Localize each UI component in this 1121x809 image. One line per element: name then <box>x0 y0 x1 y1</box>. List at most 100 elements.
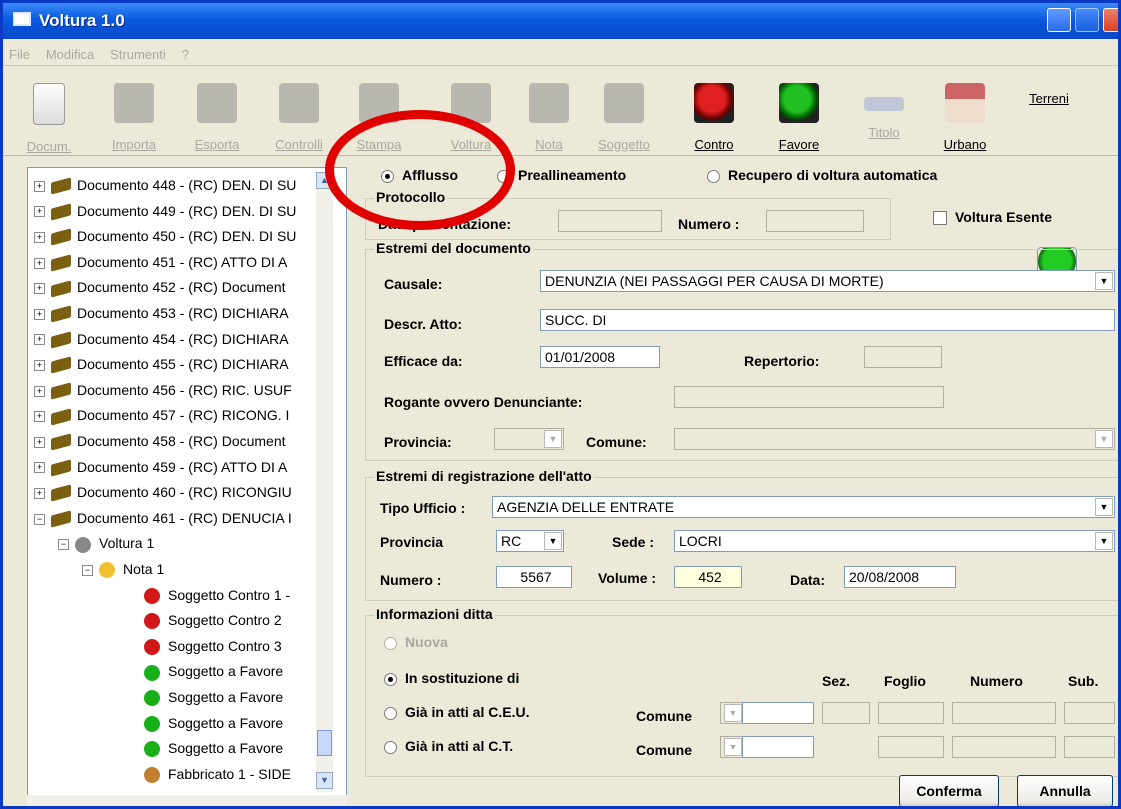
radio-ct[interactable] <box>384 740 397 754</box>
collapse-icon[interactable]: − <box>34 513 45 525</box>
data-presentazione-field[interactable] <box>558 210 662 232</box>
provincia-reg-select[interactable]: RC ▼ <box>496 530 564 552</box>
tree-vertical-scrollbar[interactable]: ▲ ▼ <box>316 172 333 792</box>
expand-icon[interactable]: + <box>34 385 45 397</box>
tree-horizontal-scrollbar[interactable] <box>27 795 347 806</box>
toolbar-button-terreni[interactable]: Terreni <box>1013 77 1085 287</box>
chevron-down-icon[interactable]: ▼ <box>1095 498 1113 516</box>
sede-select[interactable]: LOCRI ▼ <box>674 530 1115 552</box>
mode-preallineamento[interactable]: Preallineamento <box>497 167 626 183</box>
radio-nuova[interactable] <box>384 636 397 650</box>
expand-icon[interactable]: + <box>34 334 45 346</box>
menu-file[interactable]: File <box>9 47 30 62</box>
maximize-button[interactable] <box>1075 8 1099 32</box>
tree-item-document[interactable]: + Documento 450 - (RC) DEN. DI SU <box>34 223 296 249</box>
document-tree[interactable]: Fabbricato 1 - SIDE Soggetto a Favore Sogg… <box>27 167 347 806</box>
radio-recupero[interactable] <box>707 169 720 183</box>
volume-input[interactable]: 452 <box>674 566 742 588</box>
rogante-input[interactable] <box>674 386 944 408</box>
tree-item-document[interactable]: − Documento 461 - (RC) DENUCIA I <box>34 505 292 531</box>
conferma-button[interactable]: Conferma <box>899 775 999 806</box>
numero-ceu-input[interactable] <box>952 702 1056 724</box>
data-reg-input[interactable]: 20/08/2008 <box>844 566 956 588</box>
chevron-down-icon[interactable]: ▼ <box>544 532 562 550</box>
tree-item-document[interactable]: + Documento 452 - (RC) Document <box>34 274 286 300</box>
menu-strumenti[interactable]: Strumenti <box>110 47 166 62</box>
expand-icon[interactable]: + <box>34 231 45 243</box>
chevron-down-icon[interactable]: ▼ <box>724 738 742 756</box>
toolbar-button-esporta[interactable]: Esporta <box>181 77 253 153</box>
sub-ct-input[interactable] <box>1064 736 1115 758</box>
comune-ct-dropdown[interactable]: ▼ <box>720 736 744 758</box>
tree-item-document[interactable]: + Documento 454 - (RC) DICHIARA <box>34 326 289 352</box>
toolbar-button-nota[interactable]: Nota <box>513 77 585 153</box>
sez-input[interactable] <box>822 702 870 724</box>
tree-item-document[interactable]: + Documento 460 - (RC) RICONGIU <box>34 479 292 505</box>
expand-icon[interactable]: + <box>34 180 45 192</box>
toolbar-button-titolo[interactable]: Titolo <box>848 77 920 153</box>
repertorio-input[interactable] <box>864 346 942 368</box>
toolbar-button-docum[interactable]: Docum. <box>13 77 85 154</box>
provincia-doc-select[interactable]: ▼ <box>494 428 564 450</box>
chevron-down-icon[interactable]: ▼ <box>1095 430 1113 448</box>
option-ct[interactable]: Già in atti al C.T. <box>384 738 513 754</box>
tree-item-soggetto[interactable]: Soggetto a Favore <box>144 735 283 761</box>
menu-modifica[interactable]: Modifica <box>46 47 94 62</box>
tree-item-soggetto[interactable]: Soggetto Contro 3 <box>144 633 282 659</box>
expand-icon[interactable]: + <box>34 462 45 474</box>
tree-item-soggetto[interactable]: Soggetto a Favore <box>144 710 283 736</box>
radio-ceu[interactable] <box>384 706 397 720</box>
option-nuova[interactable]: Nuova <box>384 634 448 650</box>
toolbar-button-importa[interactable]: Importa <box>98 77 170 153</box>
minimize-button[interactable] <box>1047 8 1071 32</box>
tree-item-document[interactable]: + Documento 459 - (RC) ATTO DI A <box>34 454 287 480</box>
causale-select[interactable]: DENUNZIA (NEI PASSAGGI PER CAUSA DI MORT… <box>540 270 1115 292</box>
comune-ceu-input[interactable] <box>742 702 814 724</box>
expand-icon[interactable]: + <box>34 359 45 371</box>
menu-help[interactable]: ? <box>182 47 189 62</box>
collapse-icon[interactable]: − <box>58 539 69 551</box>
efficace-input[interactable]: 01/01/2008 <box>540 346 660 368</box>
numero-ct-input[interactable] <box>952 736 1056 758</box>
scroll-down-icon[interactable]: ▼ <box>316 772 333 789</box>
tipo-ufficio-select[interactable]: AGENZIA DELLE ENTRATE ▼ <box>492 496 1115 518</box>
option-ceu[interactable]: Già in atti al C.E.U. <box>384 704 529 720</box>
close-button[interactable] <box>1103 8 1118 32</box>
option-sostituzione[interactable]: In sostituzione di <box>384 670 519 686</box>
toolbar-button-urbano[interactable]: Urbano <box>929 77 1001 153</box>
voltura-esente-box[interactable] <box>933 211 947 226</box>
numero-protocollo-field[interactable] <box>766 210 864 232</box>
toolbar-button-favore[interactable]: Favore <box>763 77 835 153</box>
sub-ceu-input[interactable] <box>1064 702 1115 724</box>
radio-sostituzione[interactable] <box>384 672 397 686</box>
expand-icon[interactable]: + <box>34 257 45 269</box>
scroll-thumb[interactable] <box>317 730 332 756</box>
foglio-ct-input[interactable] <box>878 736 944 758</box>
tree-item-document[interactable]: + Documento 455 - (RC) DICHIARA <box>34 351 289 377</box>
descr-atto-input[interactable]: SUCC. DI <box>540 309 1115 331</box>
collapse-icon[interactable]: − <box>82 564 93 576</box>
expand-icon[interactable]: + <box>34 436 45 448</box>
tree-item-nota[interactable]: − Nota 1 <box>82 556 164 582</box>
tree-item-soggetto[interactable]: Soggetto a Favore <box>144 684 283 710</box>
expand-icon[interactable]: + <box>34 308 45 320</box>
mode-recupero[interactable]: Recupero di voltura automatica <box>707 167 937 183</box>
comune-ceu-dropdown[interactable]: ▼ <box>720 702 744 724</box>
comune-doc-select[interactable]: ▼ <box>674 428 1115 450</box>
tree-item-document[interactable]: + Documento 451 - (RC) ATTO DI A <box>34 249 287 275</box>
tree-item-soggetto[interactable]: Soggetto a Favore <box>144 658 283 684</box>
chevron-down-icon[interactable]: ▼ <box>544 430 562 448</box>
chevron-down-icon[interactable]: ▼ <box>1095 272 1113 290</box>
tree-item-document[interactable]: + Documento 448 - (RC) DEN. DI SU <box>34 172 296 198</box>
expand-icon[interactable]: + <box>34 487 45 499</box>
chevron-down-icon[interactable]: ▼ <box>724 704 742 722</box>
expand-icon[interactable]: + <box>34 283 45 295</box>
tree-item-document[interactable]: + Documento 453 - (RC) DICHIARA <box>34 300 289 326</box>
tree-item-document[interactable]: + Documento 449 - (RC) DEN. DI SU <box>34 198 296 224</box>
chevron-down-icon[interactable]: ▼ <box>1095 532 1113 550</box>
expand-icon[interactable]: + <box>34 206 45 218</box>
toolbar-button-contro[interactable]: Contro <box>678 77 750 153</box>
tree-item-document[interactable]: + Documento 458 - (RC) Document <box>34 428 286 454</box>
tree-item-soggetto[interactable]: Soggetto Contro 2 <box>144 607 282 633</box>
tree-item-soggetto[interactable]: Soggetto Contro 1 - <box>144 582 290 608</box>
